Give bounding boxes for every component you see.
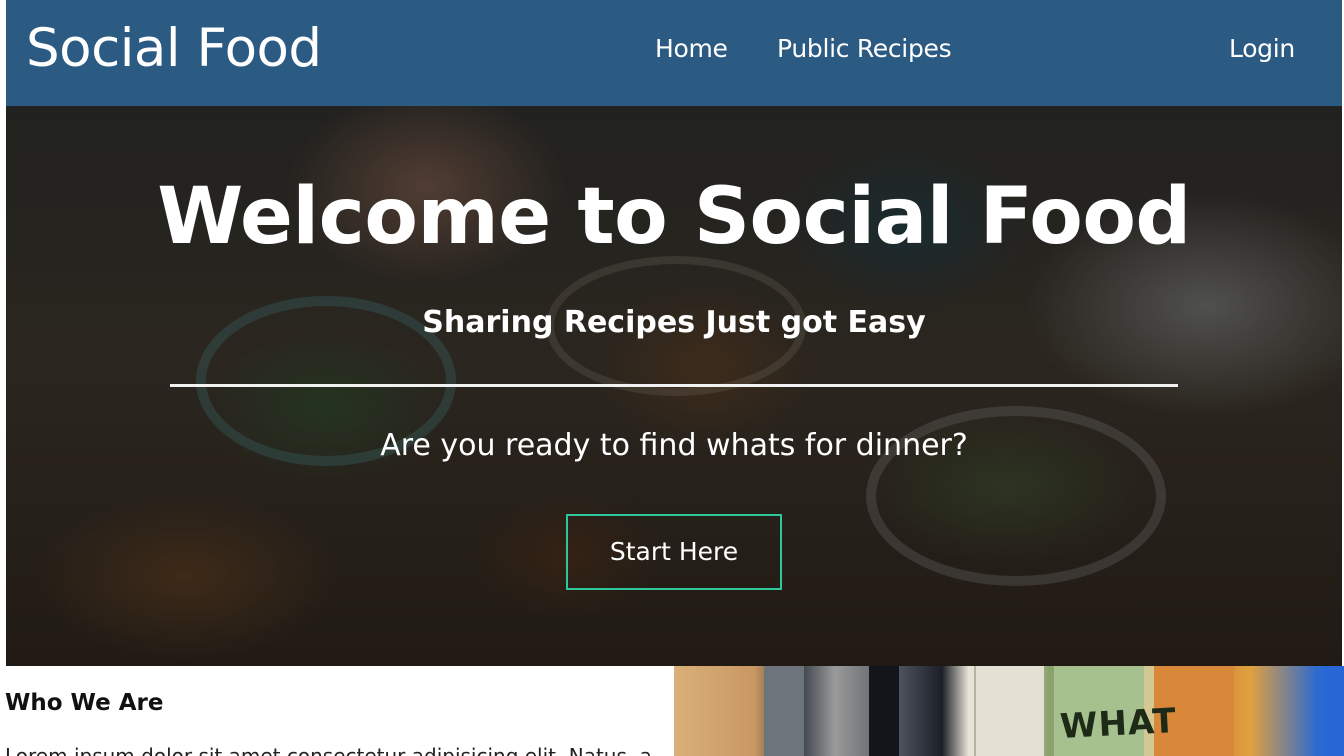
hero-subtitle: Sharing Recipes Just got Easy — [422, 305, 926, 340]
nav-link-public-recipes[interactable]: Public Recipes — [777, 32, 952, 66]
hero-question: Are you ready to find whats for dinner? — [380, 428, 968, 463]
nav-link-home[interactable]: Home — [655, 32, 728, 66]
who-we-are-section: Who We Are Lorem ipsum dolor sit amet co… — [0, 666, 674, 756]
nav-link-login[interactable]: Login — [1229, 32, 1295, 66]
bookshelf-image: WHAT — [674, 666, 1344, 756]
hero-title: Welcome to Social Food — [157, 172, 1191, 262]
start-here-button[interactable]: Start Here — [566, 514, 782, 590]
top-navbar: Social Food Home Public Recipes Login — [6, 0, 1342, 106]
hero-banner: Welcome to Social Food Sharing Recipes J… — [6, 106, 1342, 666]
who-we-are-heading: Who We Are — [5, 690, 164, 716]
brand-logo[interactable]: Social Food — [26, 14, 322, 84]
hero-divider — [170, 384, 1178, 387]
book-spine-label: WHAT — [1059, 700, 1178, 748]
who-we-are-text: Lorem ipsum dolor sit amet consectetur a… — [5, 744, 652, 756]
